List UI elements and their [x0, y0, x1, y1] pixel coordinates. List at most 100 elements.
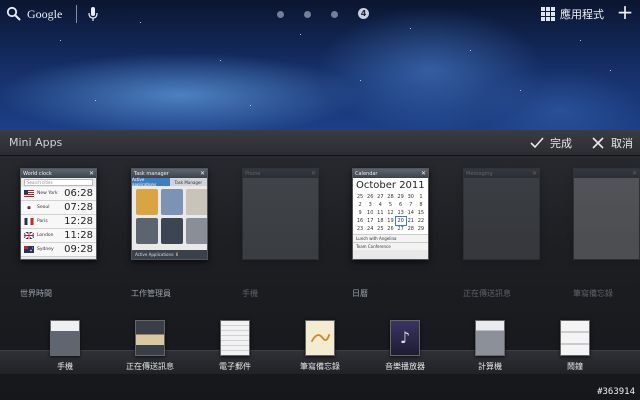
active-apps-count: Active Applications: 6 — [132, 250, 207, 259]
card-title-bar: World clock ✕ — [21, 169, 96, 178]
australia-flag-icon — [24, 246, 34, 253]
france-flag-icon — [24, 218, 34, 225]
dock-item-label: 音樂播放器 — [385, 362, 425, 371]
music-note-icon: ♪ — [390, 320, 420, 356]
home-wallpaper: Google 4 應用程式 + — [0, 0, 640, 130]
apps-button-label: 應用程式 — [560, 8, 604, 21]
clock-row: New York 06:28 — [21, 187, 96, 201]
city-name: Seoul — [37, 205, 50, 210]
dock-item-alarm[interactable]: 鬧鐘 — [535, 320, 615, 372]
check-icon — [530, 137, 544, 149]
tab-active-applications[interactable]: Active applications — [132, 177, 170, 187]
usa-flag-icon — [24, 190, 34, 197]
clock-row: Sydney 09:28 — [21, 243, 96, 257]
calculator-icon — [475, 320, 505, 356]
dock-item-calculator[interactable]: 計算機 — [450, 320, 530, 372]
mini-app-card-memo[interactable]: ✕ — [573, 168, 640, 260]
clock-row: Seoul 07:28 — [21, 201, 96, 215]
microphone-icon[interactable] — [87, 6, 99, 22]
card-title: Calendar — [355, 170, 378, 177]
card-title-bar: Phone ✕ — [243, 169, 318, 178]
card-label-phone: 手機 — [242, 289, 258, 298]
dock-item-label: 筆寫備忘錄 — [300, 362, 340, 371]
close-icon[interactable]: ✕ — [200, 170, 205, 177]
done-button-label: 完成 — [550, 137, 572, 150]
email-icon — [220, 320, 250, 356]
search-divider — [76, 5, 78, 23]
calendar-event[interactable]: Team Conference — [353, 242, 428, 250]
city-time: 09:28 — [64, 244, 93, 255]
close-icon[interactable]: ✕ — [632, 170, 637, 177]
app-thumbnail[interactable] — [186, 218, 207, 244]
city-time: 06:28 — [64, 188, 93, 199]
dock-item-phone[interactable]: 手機 — [25, 320, 105, 372]
clock-row: London 11:28 — [21, 229, 96, 243]
dock-item-memo[interactable]: 筆寫備忘錄 — [280, 320, 360, 372]
card-title: World clock — [23, 170, 52, 177]
card-title-bar: ✕ — [574, 169, 639, 178]
app-grid-icon — [541, 7, 555, 21]
card-label-messaging: 正在傳送訊息 — [463, 289, 511, 298]
app-thumbnail[interactable] — [161, 218, 183, 244]
calendar-grid: 25 26 27 28 29 30 1 2345678 9 10 11 12 13 14 15 16 17… — [353, 192, 428, 234]
alarm-clock-icon — [560, 320, 590, 356]
running-apps-grid — [132, 186, 207, 247]
app-thumbnail[interactable] — [136, 218, 158, 244]
cancel-button[interactable]: 取消 — [591, 135, 633, 151]
dock-item-label: 計算機 — [478, 362, 502, 371]
korea-flag-icon — [24, 204, 34, 211]
calendar-event[interactable]: Lunch with Angelina — [353, 234, 428, 242]
home-page-indicator[interactable]: 4 — [277, 8, 369, 19]
card-label-world-clock: 世界時間 — [20, 289, 52, 298]
close-icon[interactable]: ✕ — [89, 170, 94, 177]
card-label-task-manager: 工作管理員 — [131, 289, 171, 298]
card-title: Task manager — [134, 170, 169, 177]
close-icon[interactable]: ✕ — [421, 170, 426, 177]
current-page-dot[interactable]: 4 — [358, 8, 369, 19]
messaging-icon — [135, 320, 165, 356]
cancel-button-label: 取消 — [611, 137, 633, 150]
google-search-bar[interactable]: Google — [6, 4, 99, 24]
app-thumbnail[interactable] — [161, 189, 183, 215]
city-name: London — [37, 233, 54, 238]
memo-icon — [305, 320, 335, 356]
close-icon[interactable]: ✕ — [532, 170, 537, 177]
page-dot[interactable] — [331, 10, 338, 18]
dock-item-label: 手機 — [57, 362, 73, 371]
done-button[interactable]: 完成 — [530, 135, 572, 151]
card-label-calendar: 日曆 — [352, 289, 368, 298]
task-manager-tabs: Active applications Task Manager — [132, 177, 207, 187]
mini-app-card-world-clock[interactable]: World clock ✕ Search cities New York 06:… — [20, 168, 97, 260]
tab-task-manager[interactable]: Task Manager — [169, 178, 207, 186]
phone-icon — [50, 320, 80, 356]
app-thumbnail[interactable] — [136, 189, 158, 215]
card-title: Messaging — [466, 170, 493, 177]
dock-item-messaging[interactable]: 正在傳送訊息 — [110, 320, 190, 372]
city-time: 11:28 — [64, 230, 93, 241]
dock-item-email[interactable]: 電子郵件 — [195, 320, 275, 372]
image-watermark: #363914 — [597, 387, 635, 397]
close-icon — [592, 137, 604, 149]
clock-row: Paris 12:28 — [21, 215, 96, 229]
card-label-memo: 筆寫備忘錄 — [573, 289, 613, 298]
google-brand-label: Google — [27, 6, 63, 21]
city-time: 12:28 — [64, 216, 93, 227]
mini-app-card-task-manager[interactable]: Task manager ✕ Active applications Task … — [131, 168, 208, 260]
mini-app-card-phone[interactable]: Phone ✕ — [242, 168, 319, 260]
dock-item-music[interactable]: ♪ 音樂播放器 — [365, 320, 445, 372]
apps-button[interactable]: 應用程式 — [541, 6, 604, 22]
close-icon[interactable]: ✕ — [311, 170, 316, 177]
page-dot[interactable] — [277, 10, 284, 18]
page-dot[interactable] — [304, 10, 311, 18]
dock-item-label: 正在傳送訊息 — [126, 362, 174, 371]
mini-app-card-calendar[interactable]: Calendar ✕ October 2011 25 26 27 28 29 30 1 23… — [352, 168, 429, 260]
dock-item-label: 鬧鐘 — [567, 362, 583, 371]
card-title-bar: Messaging ✕ — [464, 169, 539, 178]
mini-app-card-messaging[interactable]: Messaging ✕ — [463, 168, 540, 260]
city-name: Paris — [37, 219, 48, 224]
add-widget-button[interactable]: + — [615, 2, 635, 23]
city-search-field[interactable]: Search cities — [24, 179, 93, 186]
app-thumbnail[interactable] — [186, 189, 207, 215]
panel-title: Mini Apps — [9, 136, 63, 149]
uk-flag-icon — [24, 232, 34, 239]
